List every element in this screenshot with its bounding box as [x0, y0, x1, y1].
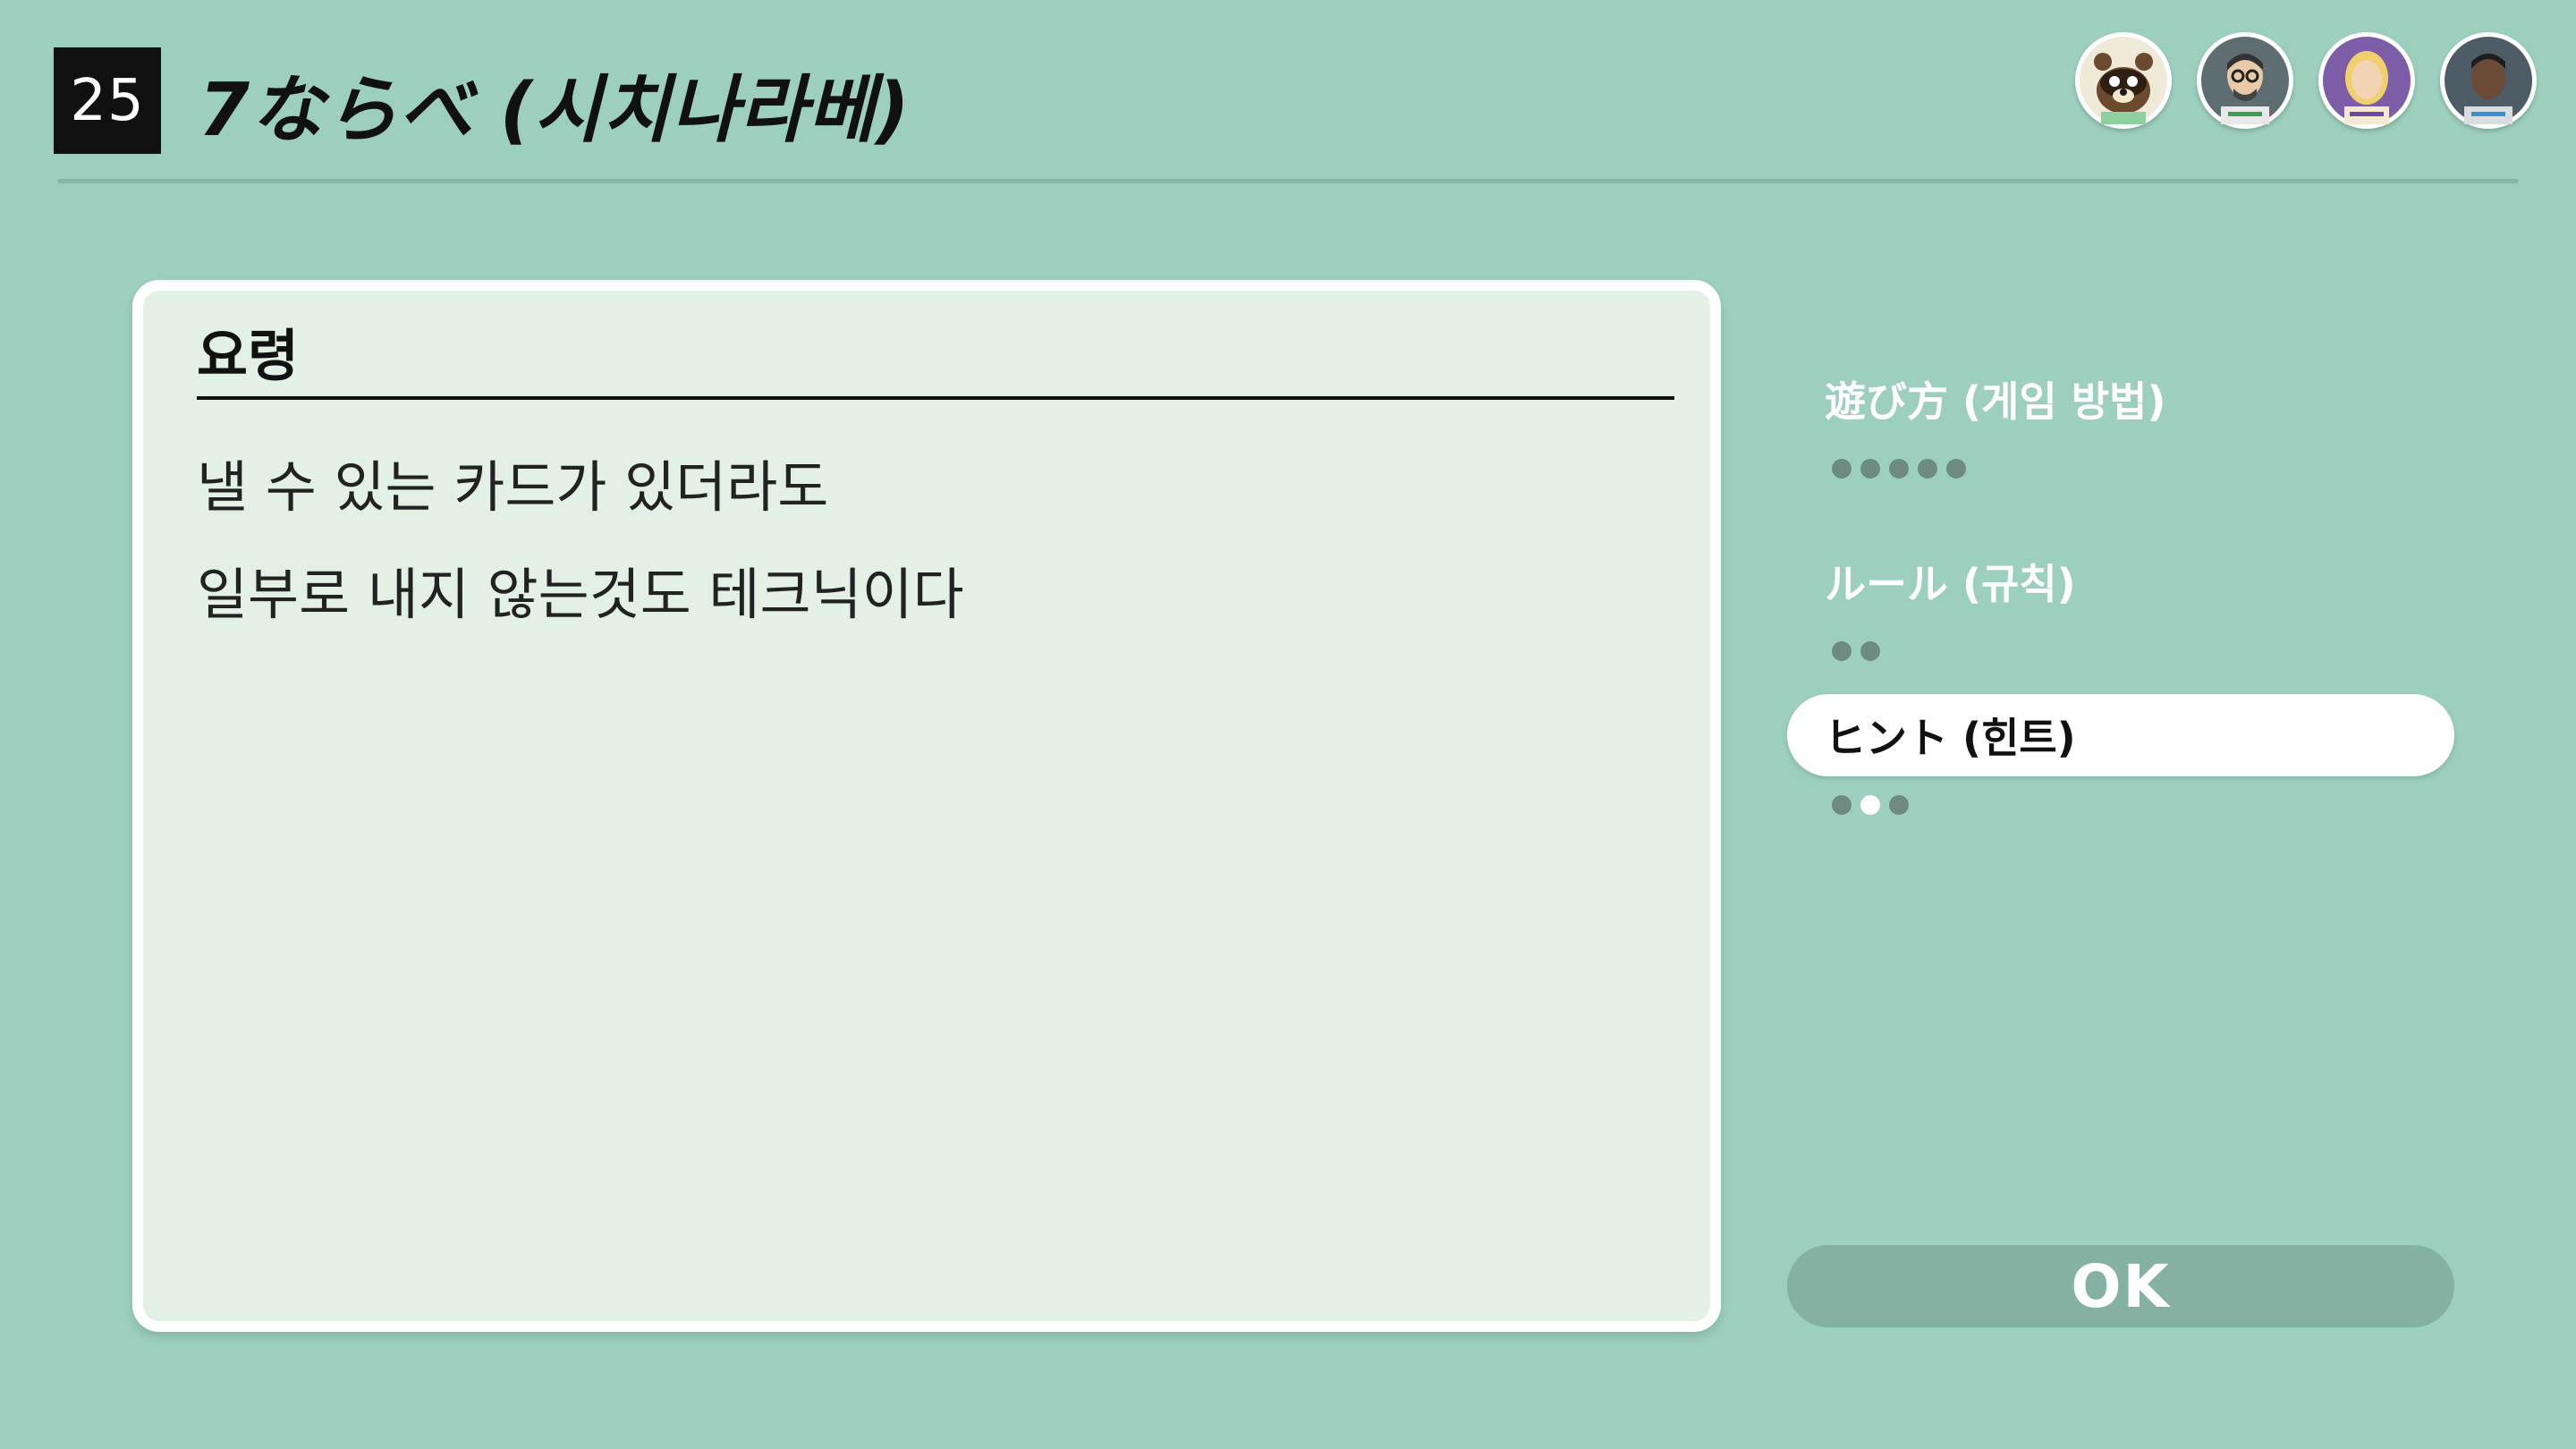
game-title: 7ならべ (시치나라베): [199, 67, 911, 153]
header-divider: [57, 179, 2519, 183]
player-avatar-glasses: [2197, 32, 2293, 129]
page-dot: [1918, 459, 1937, 479]
page-dot: [1860, 641, 1880, 661]
page-dot: [1889, 459, 1909, 479]
ok-button[interactable]: OK: [1787, 1245, 2454, 1327]
panel-heading-rule: [197, 396, 1674, 400]
menu-item-how-to-play[interactable]: 遊び方 (게임 방법): [1787, 358, 2454, 440]
page-dot: [1889, 795, 1909, 815]
panel-text-line: 일부로 내지 않는것도 테크닉이다: [197, 562, 964, 627]
panel-heading: 요령: [197, 323, 300, 388]
hint-panel: 요령 낼 수 있는 카드가 있더라도 일부로 내지 않는것도 테크닉이다: [132, 280, 1721, 1332]
player-avatar-dark: [2440, 32, 2537, 129]
player-avatar-blonde: [2318, 32, 2415, 129]
menu-item-hint[interactable]: ヒント (힌트): [1787, 694, 2454, 776]
page-dot: [1860, 459, 1880, 479]
game-number-badge: 25: [54, 47, 161, 154]
hint-page-dots: [1787, 789, 2454, 821]
page-dot: [1832, 641, 1852, 661]
panel-text-line: 낼 수 있는 카드가 있더라도: [197, 454, 829, 520]
panel-body: 낼 수 있는 카드가 있더라도 일부로 내지 않는것도 테크닉이다: [197, 434, 964, 648]
page-dot: [1832, 795, 1852, 815]
tom-nook-avatar: [2075, 32, 2172, 129]
page-dot: [1832, 459, 1852, 479]
page-dot-active: [1860, 795, 1880, 815]
player-avatars: [2075, 32, 2537, 129]
info-menu: 遊び方 (게임 방법) ルール (규칙) ヒント (힌트): [1787, 358, 2454, 821]
page-dot: [1946, 459, 1966, 479]
how-to-play-page-dots: [1787, 453, 2454, 485]
rules-page-dots: [1787, 635, 2454, 667]
menu-item-rules[interactable]: ルール (규칙): [1787, 540, 2454, 623]
